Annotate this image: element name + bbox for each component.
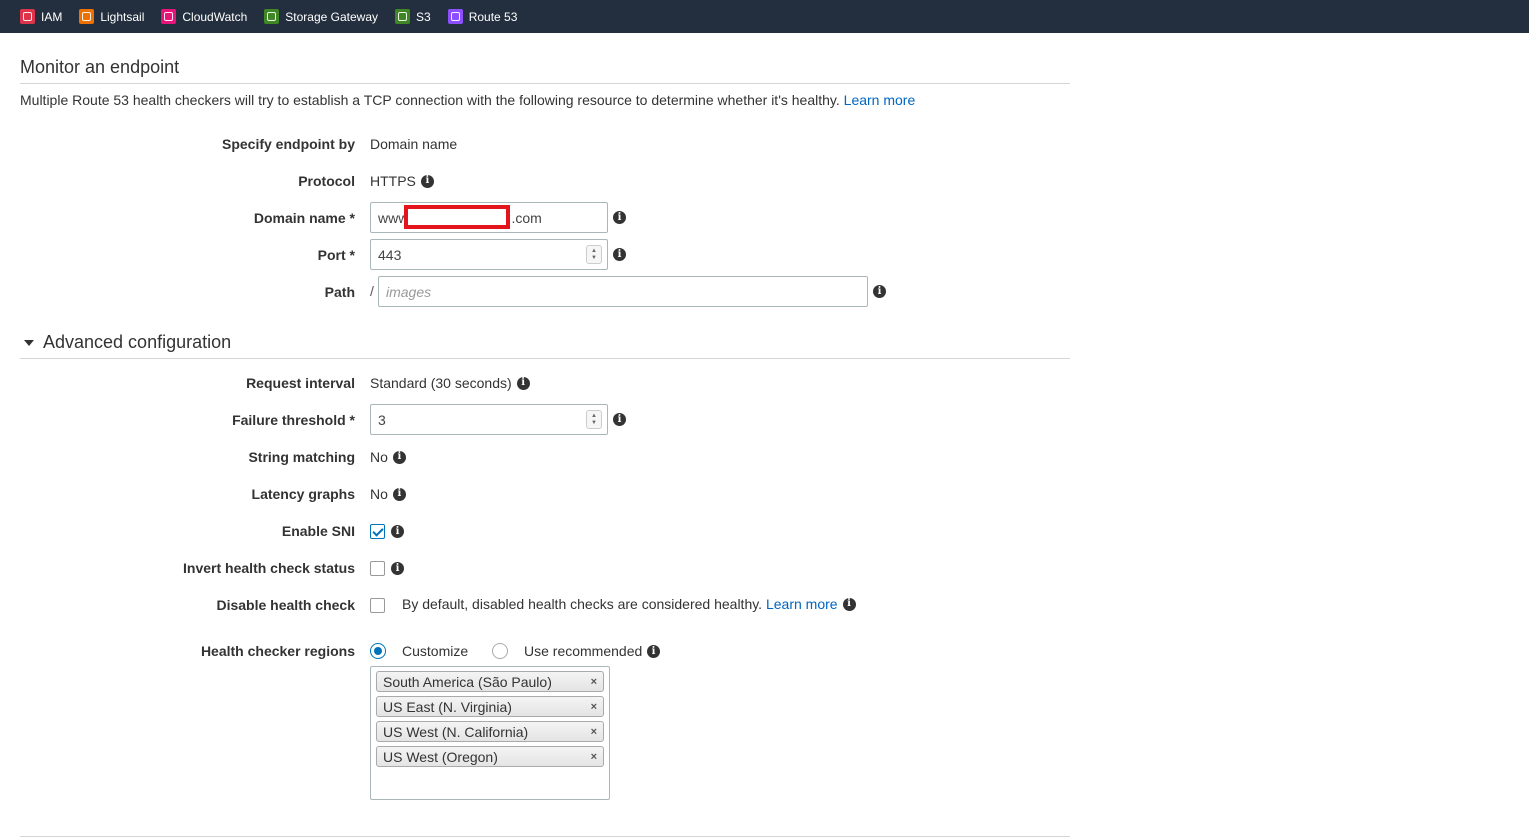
nav-service-label: CloudWatch (182, 9, 248, 24)
section-title-advanced[interactable]: Advanced configuration (43, 332, 231, 353)
specify-endpoint-text: Domain name (370, 136, 458, 152)
nav-service-s3[interactable]: S3 (395, 9, 431, 24)
regions-multiselect[interactable]: South America (São Paulo) × US East (N. … (370, 666, 610, 800)
failure-threshold-stepper[interactable]: ▲ ▼ (586, 410, 602, 429)
info-icon[interactable]: i (391, 525, 404, 538)
info-icon[interactable]: i (392, 487, 406, 501)
latency-graphs-text: No (370, 486, 388, 502)
domain-name-label: Domain name * (253, 210, 355, 226)
nav-service-label: Lightsail (100, 9, 145, 24)
failure-threshold-input[interactable]: 3 ▲ ▼ (370, 404, 608, 435)
section-divider (20, 836, 1070, 837)
path-label: Path (324, 284, 355, 300)
disable-note-text: By default, disabled health checks are c… (402, 596, 763, 612)
invert-status-label: Invert health check status (183, 560, 355, 576)
region-tag-label: South America (São Paulo) (383, 673, 552, 690)
disable-health-check-checkbox[interactable] (370, 598, 385, 613)
failure-threshold-label: Failure threshold * (232, 412, 355, 428)
protocol-label: Protocol (298, 173, 355, 189)
storage-gateway-icon (264, 9, 280, 24)
invert-status-checkbox[interactable] (370, 561, 385, 576)
enable-sni-label: Enable SNI (281, 523, 355, 539)
path-placeholder: images (386, 283, 432, 300)
path-slash: / (370, 283, 374, 299)
disable-health-check-label: Disable health check (216, 597, 355, 613)
nav-service-cloudwatch[interactable]: CloudWatch (161, 9, 247, 24)
port-label: Port * (317, 247, 355, 263)
protocol-value: HTTPS i (370, 173, 434, 189)
regions-recommended-label[interactable]: Use recommended (524, 643, 642, 659)
region-tag-label: US West (Oregon) (383, 748, 498, 765)
nav-service-storage-gateway[interactable]: Storage Gateway (264, 9, 378, 24)
redaction-box (404, 205, 510, 229)
description-text: Multiple Route 53 health checkers will t… (20, 92, 840, 108)
request-interval-value: Standard (30 seconds) i (370, 375, 530, 391)
cloudwatch-icon (161, 9, 177, 24)
info-icon[interactable]: i (392, 450, 406, 464)
nav-service-iam[interactable]: IAM (20, 9, 62, 24)
nav-service-label: Storage Gateway (285, 9, 379, 24)
regions-customize-radio[interactable] (370, 643, 386, 659)
string-matching-label: String matching (248, 449, 355, 465)
enable-sni-checkbox[interactable] (370, 524, 385, 539)
nav-service-lightsail[interactable]: Lightsail (79, 9, 144, 24)
string-matching-text: No (370, 449, 388, 465)
info-icon[interactable]: i (613, 248, 626, 261)
protocol-text: HTTPS (370, 173, 416, 189)
learn-more-link[interactable]: Learn more (766, 596, 838, 612)
region-tag: South America (São Paulo) × (376, 671, 604, 692)
section-title-monitor: Monitor an endpoint (20, 57, 180, 77)
learn-more-link[interactable]: Learn more (844, 92, 916, 108)
path-input[interactable]: images (378, 276, 868, 307)
port-stepper[interactable]: ▲ ▼ (586, 245, 602, 264)
port-input[interactable]: 443 ▲ ▼ (370, 239, 608, 270)
domain-name-input[interactable]: www. .com (370, 202, 608, 233)
regions-customize-label[interactable]: Customize (402, 643, 468, 659)
nav-service-route53[interactable]: Route 53 (447, 9, 518, 24)
disable-note: By default, disabled health checks are c… (402, 596, 856, 612)
latency-graphs-label: Latency graphs (251, 486, 355, 502)
region-tag: US West (N. California) × (376, 721, 604, 742)
info-icon[interactable]: i (420, 174, 434, 188)
regions-recommended-radio[interactable] (492, 643, 508, 659)
iam-icon (20, 9, 35, 24)
nav-service-label: S3 (416, 9, 431, 24)
port-value: 443 (378, 246, 402, 263)
remove-region-icon[interactable]: × (591, 751, 597, 763)
remove-region-icon[interactable]: × (591, 676, 597, 688)
string-matching-value: No i (370, 449, 406, 465)
specify-endpoint-label: Specify endpoint by (221, 136, 355, 152)
region-tag-label: US East (N. Virginia) (383, 698, 512, 715)
info-icon[interactable]: i (391, 562, 404, 575)
info-icon[interactable]: i (613, 413, 626, 426)
info-icon[interactable]: i (842, 597, 856, 611)
request-interval-label: Request interval (246, 375, 355, 391)
latency-graphs-value: No i (370, 486, 406, 502)
route53-icon (447, 9, 463, 24)
nav-service-label: Route 53 (468, 9, 518, 24)
region-tag: US East (N. Virginia) × (376, 696, 604, 717)
info-icon[interactable]: i (516, 376, 530, 390)
info-icon[interactable]: i (613, 211, 626, 224)
section-divider (20, 83, 1070, 84)
region-tag: US West (Oregon) × (376, 746, 604, 767)
monitor-description: Multiple Route 53 health checkers will t… (20, 92, 915, 108)
specify-endpoint-value: Domain name (370, 136, 457, 152)
s3-icon (395, 9, 411, 24)
failure-threshold-value: 3 (378, 411, 386, 428)
top-nav-bar: IAM Lightsail CloudWatch Storage Gateway… (0, 0, 1529, 33)
nav-service-label: IAM (41, 9, 63, 24)
domain-suffix: .com (511, 209, 542, 226)
region-tag-label: US West (N. California) (383, 723, 529, 740)
health-checker-regions-label: Health checker regions (200, 643, 355, 659)
request-interval-text: Standard (30 seconds) (370, 375, 512, 391)
remove-region-icon[interactable]: × (591, 701, 597, 713)
lightsail-icon (79, 9, 95, 24)
section-divider (20, 358, 1070, 359)
collapse-caret-icon[interactable] (24, 340, 34, 346)
info-icon[interactable]: i (873, 285, 886, 298)
remove-region-icon[interactable]: × (591, 726, 597, 738)
info-icon[interactable]: i (647, 645, 660, 658)
